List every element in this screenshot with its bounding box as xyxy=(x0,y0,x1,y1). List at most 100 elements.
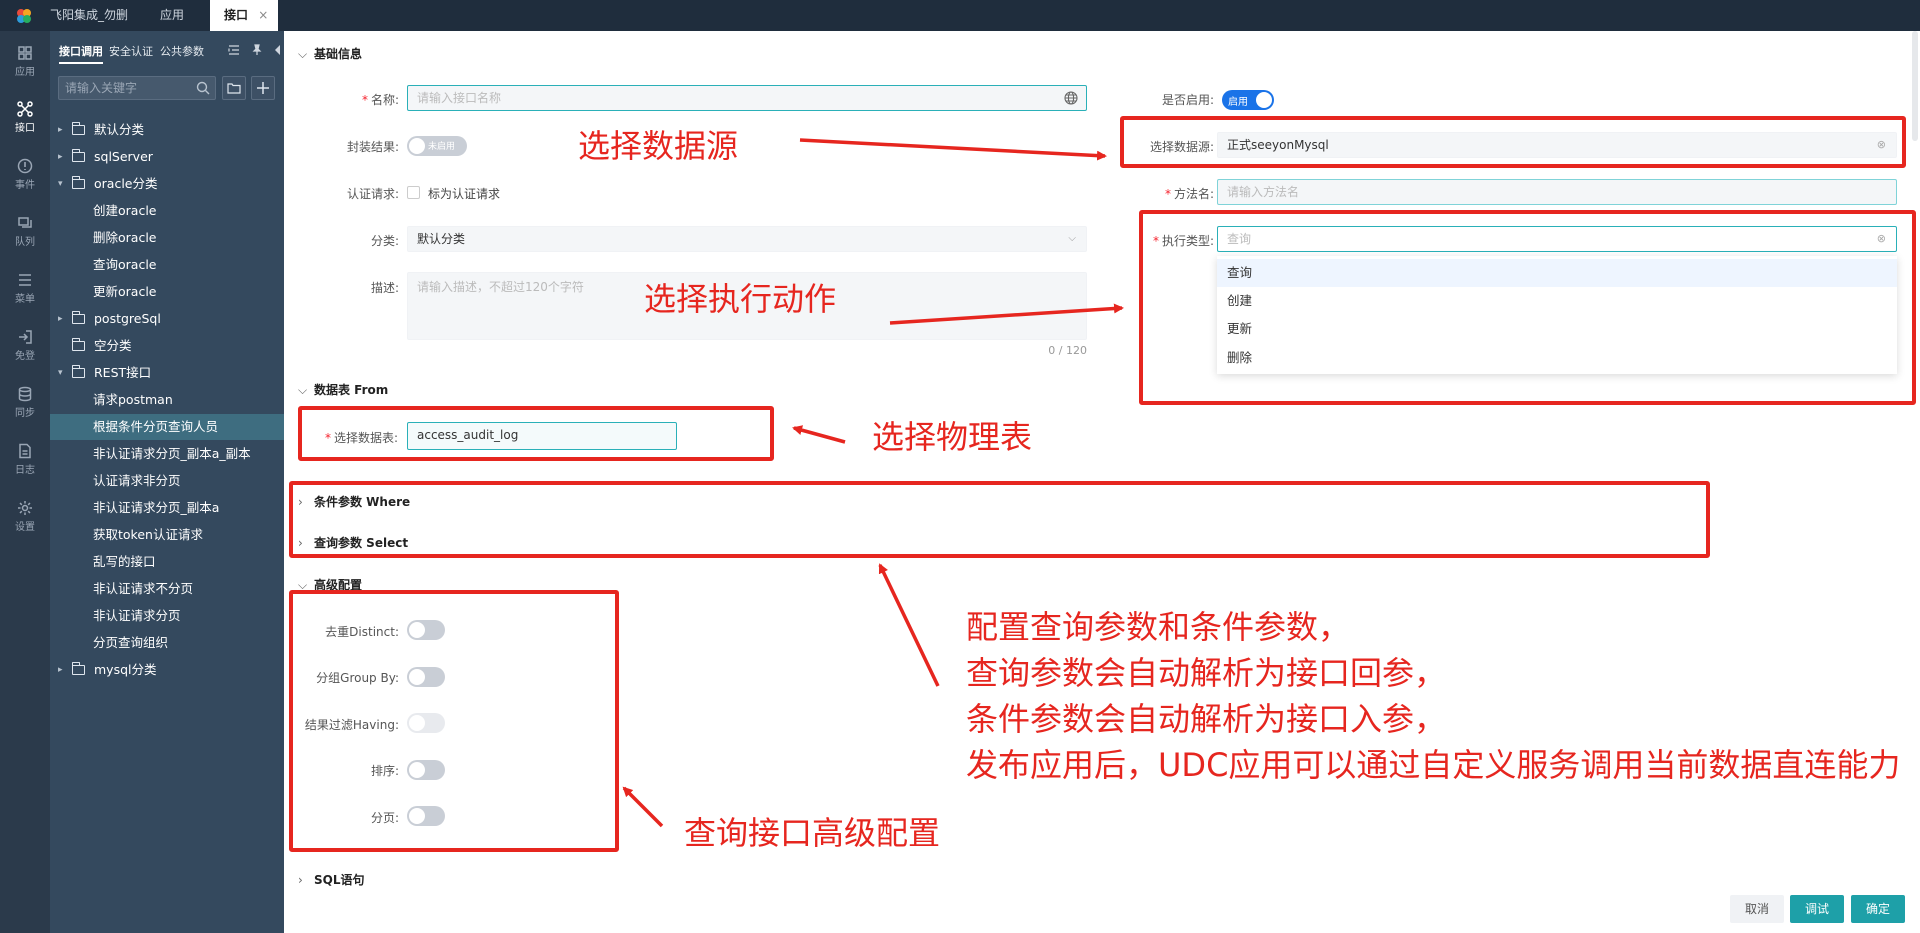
add-button[interactable] xyxy=(251,76,275,100)
rail-interface[interactable]: 接口 xyxy=(0,95,50,141)
datasource-select[interactable]: 正式seeyonMysql ⊗ xyxy=(1217,132,1897,158)
tab-apps[interactable]: 应用 xyxy=(160,0,184,31)
clear-icon[interactable]: ⊗ xyxy=(1877,133,1886,157)
collapse-sidebar-icon[interactable] xyxy=(272,44,282,56)
method-label-text: 方法名: xyxy=(1173,187,1214,201)
tree-leaf[interactable]: 分页查询组织 xyxy=(50,630,284,656)
having-toggle[interactable] xyxy=(407,713,445,733)
tree-leaf[interactable]: 非认证请求分页_副本a_副本 xyxy=(50,441,284,467)
pin-icon[interactable] xyxy=(251,44,263,56)
rail-log[interactable]: 日志 xyxy=(0,437,50,483)
tree-item-label: 获取token认证请求 xyxy=(93,527,203,542)
tree-leaf[interactable]: 非认证请求分页 xyxy=(50,603,284,629)
tab-security-auth[interactable]: 安全认证 xyxy=(109,43,153,59)
exec-option-create[interactable]: 创建 xyxy=(1217,287,1897,315)
enabled-toggle[interactable]: 启用 xyxy=(1222,90,1274,110)
name-input-placeholder: 请输入接口名称 xyxy=(417,91,502,105)
tree-folder[interactable]: ▾ oracle分类 xyxy=(50,171,284,197)
section-where-title: 条件参数 Where xyxy=(314,495,411,509)
tree-leaf[interactable]: 根据条件分页查询人员 xyxy=(50,414,284,440)
section-table[interactable]: ⌵ 数据表 From xyxy=(298,381,388,398)
tree-folder[interactable]: ▸ postgreSql xyxy=(50,306,284,332)
tree-leaf[interactable]: 查询oracle xyxy=(50,252,284,278)
tree-leaf[interactable]: 请求postman xyxy=(50,387,284,413)
groupby-toggle[interactable] xyxy=(407,667,445,687)
exec-option-query[interactable]: 查询 xyxy=(1217,259,1897,287)
close-icon[interactable]: × xyxy=(258,8,268,22)
globe-icon[interactable] xyxy=(1064,91,1078,105)
tree-folder[interactable]: ▾ REST接口 xyxy=(50,360,284,386)
tree-leaf[interactable]: 非认证请求分页_副本a xyxy=(50,495,284,521)
chevron-down-icon: ⌵ xyxy=(1068,233,1076,244)
app-logo-icon xyxy=(17,9,31,23)
database-icon xyxy=(18,386,32,402)
tree-leaf[interactable]: 非认证请求不分页 xyxy=(50,576,284,602)
tree-item-label: 删除oracle xyxy=(93,230,157,245)
rail-queue[interactable]: 队列 xyxy=(0,209,50,255)
search-input[interactable] xyxy=(65,80,190,96)
table-select[interactable]: access_audit_log xyxy=(407,422,677,450)
groupby-label: 分组Group By: xyxy=(316,671,399,685)
distinct-toggle[interactable] xyxy=(407,620,445,640)
debug-button[interactable]: 调试 xyxy=(1790,895,1844,923)
tree-folder[interactable]: ▸ sqlServer xyxy=(50,144,284,170)
exec-option-delete[interactable]: 删除 xyxy=(1217,344,1897,372)
category-select[interactable]: 默认分类 ⌵ xyxy=(407,226,1087,252)
tree-leaf[interactable]: 乱写的接口 xyxy=(50,549,284,575)
paging-toggle[interactable] xyxy=(407,806,445,826)
annotation-advanced: 查询接口高级配置 xyxy=(684,814,941,852)
new-folder-button[interactable] xyxy=(222,76,246,100)
tab-interface[interactable]: 接口 × xyxy=(210,0,278,31)
auth-checkbox[interactable] xyxy=(407,186,420,199)
enabled-label: 是否启用: xyxy=(1161,93,1214,107)
section-sql[interactable]: › SQL语句 xyxy=(298,871,365,888)
tree-folder[interactable]: ▸ 默认分类 xyxy=(50,117,284,143)
folder-icon xyxy=(227,83,241,94)
app-tab[interactable]: 飞阳集成_勿删 xyxy=(50,0,128,31)
tab-interface-call[interactable]: 接口调用 xyxy=(59,43,103,64)
name-input[interactable]: 请输入接口名称 xyxy=(407,85,1087,111)
search-icon[interactable] xyxy=(196,81,210,95)
tree-leaf[interactable]: 删除oracle xyxy=(50,225,284,251)
rail-events-label: 事件 xyxy=(15,180,35,191)
section-advanced-title: 高级配置 xyxy=(314,578,363,592)
rail-apps[interactable]: 应用 xyxy=(0,39,50,85)
tree-item-label: oracle分类 xyxy=(94,176,158,191)
tree-item-label: 查询oracle xyxy=(93,257,157,272)
rail-menu[interactable]: 菜单 xyxy=(0,266,50,312)
confirm-button[interactable]: 确定 xyxy=(1851,895,1905,923)
caret-right-icon[interactable]: ▸ xyxy=(58,117,63,143)
clear-icon[interactable]: ⊗ xyxy=(1877,227,1886,251)
tree-leaf[interactable]: 更新oracle xyxy=(50,279,284,305)
rail-events[interactable]: 事件 xyxy=(0,152,50,198)
caret-right-icon[interactable]: ▸ xyxy=(58,306,63,332)
exec-type-select[interactable]: 查询 ⊗ xyxy=(1217,226,1897,252)
caret-right-icon[interactable]: ▸ xyxy=(58,144,63,170)
collapse-list-icon[interactable] xyxy=(228,44,240,56)
caret-down-icon[interactable]: ▾ xyxy=(58,171,63,197)
caret-down-icon[interactable]: ▾ xyxy=(58,360,63,386)
tree-leaf[interactable]: 创建oracle xyxy=(50,198,284,224)
rail-settings[interactable]: 设置 xyxy=(0,494,50,540)
sort-toggle[interactable] xyxy=(407,760,445,780)
wrap-toggle[interactable]: 未启用 xyxy=(407,136,467,156)
rail-login[interactable]: 免登 xyxy=(0,323,50,369)
tree-leaf[interactable]: 认证请求非分页 xyxy=(50,468,284,494)
tree-folder[interactable]: ▸ mysql分类 xyxy=(50,657,284,683)
desc-placeholder: 请输入描述，不超过120个字符 xyxy=(417,280,584,294)
section-select[interactable]: › 查询参数 Select xyxy=(298,534,408,551)
section-basic[interactable]: ⌵ 基础信息 xyxy=(298,45,362,62)
tree-leaf[interactable]: 获取token认证请求 xyxy=(50,522,284,548)
cancel-button[interactable]: 取消 xyxy=(1730,895,1784,923)
section-where[interactable]: › 条件参数 Where xyxy=(298,493,410,510)
exec-type-placeholder: 查询 xyxy=(1227,232,1252,246)
wrap-toggle-text: 未启用 xyxy=(428,142,456,152)
section-advanced[interactable]: ⌵ 高级配置 xyxy=(298,576,362,593)
tab-public-params[interactable]: 公共参数 xyxy=(160,43,204,59)
tree-folder[interactable]: 空分类 xyxy=(50,333,284,359)
rail-sync[interactable]: 同步 xyxy=(0,380,50,426)
main-scrollbar[interactable] xyxy=(1912,31,1918,141)
exec-option-update[interactable]: 更新 xyxy=(1217,315,1897,343)
method-input[interactable]: 请输入方法名 xyxy=(1217,179,1897,205)
caret-right-icon[interactable]: ▸ xyxy=(58,657,63,683)
